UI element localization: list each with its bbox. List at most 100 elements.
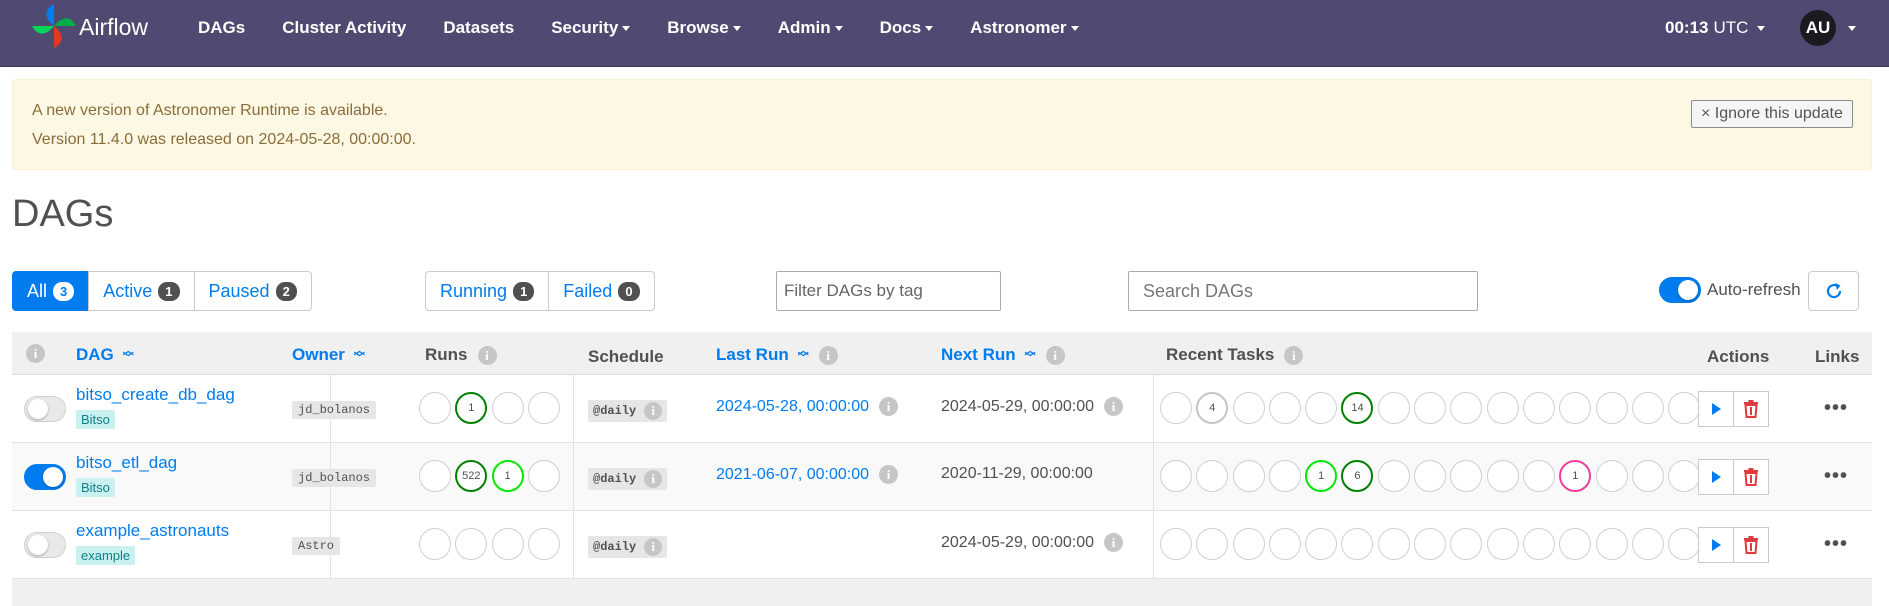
task-state-circle[interactable]	[1450, 460, 1483, 492]
filter-paused-button[interactable]: Paused 2	[193, 271, 312, 311]
header-owner[interactable]: Owner ︿ ﹀	[292, 345, 365, 365]
task-state-circle[interactable]	[1595, 528, 1628, 560]
run-state-circle[interactable]	[455, 528, 488, 560]
owner-badge[interactable]: Astro	[292, 537, 341, 555]
task-state-circle[interactable]	[1160, 528, 1192, 560]
task-state-circle[interactable]	[1377, 528, 1410, 560]
nav-dags[interactable]: DAGs	[198, 18, 245, 38]
task-state-circle[interactable]	[1631, 460, 1664, 492]
run-state-circle[interactable]: 1	[455, 392, 488, 424]
run-state-circle[interactable]	[491, 528, 524, 560]
more-links-icon[interactable]: •••	[1824, 465, 1848, 488]
run-state-circle[interactable]: 1	[491, 460, 524, 492]
info-icon[interactable]: i	[1284, 345, 1304, 365]
task-state-circle[interactable]	[1377, 392, 1410, 424]
task-state-circle[interactable]	[1595, 460, 1628, 492]
task-state-circle[interactable]	[1486, 460, 1519, 492]
task-state-circle[interactable]	[1522, 528, 1555, 560]
dag-id-link[interactable]: bitso_create_db_dag	[76, 385, 235, 405]
info-icon[interactable]: i	[477, 345, 497, 365]
nav-astronomer[interactable]: Astronomer	[970, 18, 1079, 38]
run-state-circle[interactable]	[419, 392, 451, 424]
filter-failed-button[interactable]: Failed 0	[548, 271, 655, 311]
auto-refresh-toggle[interactable]	[1659, 277, 1701, 303]
task-state-circle[interactable]	[1631, 528, 1664, 560]
pause-toggle[interactable]	[24, 532, 66, 558]
info-icon[interactable]: i	[644, 402, 663, 420]
task-state-circle[interactable]	[1559, 392, 1592, 424]
info-icon[interactable]: i	[1104, 533, 1124, 552]
task-state-circle[interactable]: 6	[1341, 460, 1374, 492]
chevron-down-icon[interactable]	[1848, 26, 1856, 31]
header-dag[interactable]: DAG ︿ ﹀	[76, 345, 134, 365]
nav-docs[interactable]: Docs	[880, 18, 934, 38]
schedule-badge[interactable]: @daily i	[588, 536, 668, 558]
tag-filter-input[interactable]: Filter DAGs by tag	[776, 271, 1001, 311]
task-state-circle[interactable]	[1414, 460, 1447, 492]
task-state-circle[interactable]	[1268, 460, 1301, 492]
run-state-circle[interactable]	[491, 392, 524, 424]
task-state-circle[interactable]	[1341, 528, 1374, 560]
task-state-circle[interactable]	[1668, 460, 1701, 492]
task-state-circle[interactable]	[1668, 392, 1701, 424]
filter-all-button[interactable]: All 3	[12, 271, 90, 311]
run-state-circle[interactable]	[527, 392, 560, 424]
task-state-circle[interactable]: 4	[1196, 392, 1229, 424]
task-state-circle[interactable]	[1305, 528, 1338, 560]
trigger-dag-button[interactable]	[1698, 527, 1734, 563]
more-links-icon[interactable]: •••	[1824, 533, 1848, 556]
task-state-circle[interactable]	[1305, 392, 1338, 424]
task-state-circle[interactable]	[1631, 392, 1664, 424]
task-state-circle[interactable]	[1160, 392, 1192, 424]
task-state-circle[interactable]	[1232, 460, 1265, 492]
dag-tag[interactable]: example	[76, 546, 136, 565]
last-run-cell[interactable]: 2024-05-28, 00:00:00 i	[716, 397, 899, 416]
header-next-run[interactable]: Next Run ︿ ﹀ i	[941, 345, 1065, 365]
task-state-circle[interactable]	[1486, 528, 1519, 560]
filter-active-button[interactable]: Active 1	[88, 271, 195, 311]
info-icon[interactable]: i	[1045, 345, 1065, 365]
delete-dag-button[interactable]	[1733, 527, 1769, 563]
run-state-circle[interactable]	[419, 460, 451, 492]
run-state-circle[interactable]	[527, 460, 560, 492]
task-state-circle[interactable]	[1232, 392, 1265, 424]
task-state-circle[interactable]	[1559, 528, 1592, 560]
task-state-circle[interactable]	[1668, 528, 1701, 560]
info-icon[interactable]: i	[26, 344, 45, 363]
trigger-dag-button[interactable]	[1698, 391, 1734, 427]
task-state-circle[interactable]	[1450, 528, 1483, 560]
nav-admin[interactable]: Admin	[778, 18, 843, 38]
delete-dag-button[interactable]	[1733, 459, 1769, 495]
pause-toggle[interactable]	[24, 464, 66, 490]
brand-name[interactable]: Airflow	[79, 14, 148, 41]
filter-running-button[interactable]: Running 1	[425, 271, 550, 311]
refresh-button[interactable]	[1808, 271, 1859, 311]
more-links-icon[interactable]: •••	[1824, 397, 1848, 420]
nav-browse[interactable]: Browse	[667, 18, 741, 38]
task-state-circle[interactable]	[1414, 392, 1447, 424]
owner-badge[interactable]: jd_bolanos	[292, 469, 377, 487]
last-run-cell[interactable]: 2021-06-07, 00:00:00 i	[716, 465, 899, 484]
task-state-circle[interactable]: 1	[1305, 460, 1338, 492]
run-state-circle[interactable]	[419, 528, 451, 560]
task-state-circle[interactable]	[1595, 392, 1628, 424]
task-state-circle[interactable]	[1377, 460, 1410, 492]
schedule-badge[interactable]: @daily i	[588, 468, 668, 490]
task-state-circle[interactable]	[1268, 392, 1301, 424]
task-state-circle[interactable]	[1160, 460, 1192, 492]
info-icon[interactable]: i	[879, 465, 899, 484]
task-state-circle[interactable]: 14	[1341, 392, 1374, 424]
info-icon[interactable]: i	[644, 538, 663, 556]
trigger-dag-button[interactable]	[1698, 459, 1734, 495]
info-icon[interactable]: i	[879, 397, 899, 416]
timezone-dropdown[interactable]: 00:13 UTC	[1665, 18, 1766, 38]
owner-badge[interactable]: jd_bolanos	[292, 401, 377, 419]
nav-cluster-activity[interactable]: Cluster Activity	[282, 18, 406, 38]
nav-security[interactable]: Security	[551, 18, 631, 38]
dag-tag[interactable]: Bitso	[76, 410, 115, 429]
task-state-circle[interactable]	[1486, 392, 1519, 424]
delete-dag-button[interactable]	[1733, 391, 1769, 427]
info-icon[interactable]: i	[818, 345, 838, 365]
header-last-run[interactable]: Last Run ︿ ﹀ i	[716, 345, 838, 365]
task-state-circle[interactable]	[1414, 528, 1447, 560]
